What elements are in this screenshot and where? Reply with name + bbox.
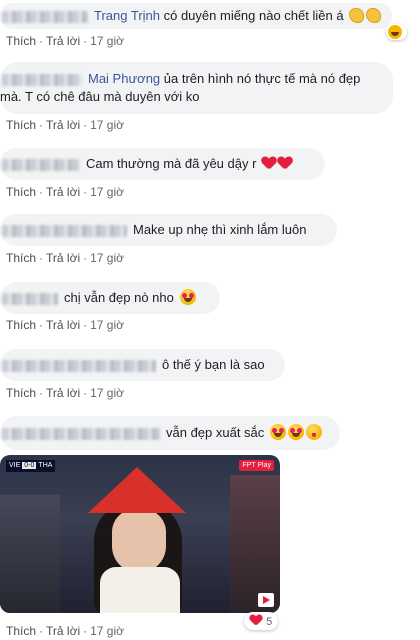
reply-link[interactable]: Trả lời [46, 624, 80, 638]
separator: · [83, 118, 88, 132]
timestamp[interactable]: 17 giờ [90, 118, 124, 132]
kiss-emoji [305, 424, 322, 440]
clapping-emoji [366, 8, 382, 23]
redacted-avatar-name [2, 427, 160, 440]
comment-actions: Thích · Trả lời · 17 giờ [6, 251, 124, 265]
heart-emoji [278, 157, 292, 170]
comment-text: Make up nhẹ thì xinh lắm luôn [133, 222, 307, 237]
commenter-name[interactable]: Trang Trịnh [94, 8, 160, 23]
reply-link[interactable]: Trả lời [46, 386, 80, 400]
comment-text: chị vẫn đẹp nò nho [64, 290, 174, 305]
heart-eyes-emoji [287, 424, 304, 440]
broadcast-logo: FPT Play [239, 460, 274, 471]
timestamp[interactable]: 17 giờ [90, 318, 124, 332]
like-link[interactable]: Thích [6, 185, 36, 199]
photo-conical-hat [88, 467, 186, 513]
score-value: 0-0 [22, 462, 37, 469]
comment-actions: Thích · Trả lời · 17 giờ [6, 185, 124, 199]
separator: · [83, 251, 88, 265]
comment-bubble: Mai Phương ủa trên hình nó thực tế mà nó… [0, 62, 393, 114]
timestamp[interactable]: 17 giờ [90, 386, 124, 400]
like-link[interactable]: Thích [6, 118, 36, 132]
heart-reaction-icon [250, 615, 262, 626]
like-link[interactable]: Thích [6, 251, 36, 265]
comment-bubble: ô thế ý bạn là sao [0, 349, 285, 381]
separator: · [39, 34, 44, 48]
separator: · [83, 318, 88, 332]
reply-link[interactable]: Trả lời [46, 118, 80, 132]
comment-text: vẫn đẹp xuất sắc [166, 425, 265, 440]
comment-actions: Thích · Trả lời · 17 giờ [6, 386, 124, 400]
heart-eyes-emoji [269, 424, 286, 440]
scoreboard: VIE 0-0 THA [6, 460, 56, 472]
photo-subject-body [100, 567, 180, 613]
team-left: VIE [9, 462, 21, 469]
redacted-avatar-name [2, 10, 88, 23]
comment-bubble: chị vẫn đẹp nò nho [0, 282, 220, 314]
redacted-avatar-name [2, 292, 58, 305]
reply-link[interactable]: Trả lời [46, 251, 80, 265]
reply-link[interactable]: Trả lời [46, 34, 80, 48]
separator: · [39, 251, 44, 265]
timestamp[interactable]: 17 giờ [90, 624, 124, 638]
separator: · [39, 118, 44, 132]
separator: · [39, 386, 44, 400]
separator: · [39, 185, 44, 199]
redacted-avatar-name [2, 224, 127, 237]
commenter-name[interactable]: Mai Phương [88, 71, 160, 86]
laughing-emoji [388, 25, 402, 39]
comment-bubble: Make up nhẹ thì xinh lắm luôn [0, 214, 337, 246]
heart-eyes-emoji [179, 289, 196, 305]
comment-bubble: Trang Trịnh có duyên miếng nào chết liền… [0, 3, 392, 29]
separator: · [83, 386, 88, 400]
comment-bubble: Cam thường mà đã yêu dậy r [0, 148, 325, 180]
reaction-count: 5 [266, 616, 273, 628]
like-link[interactable]: Thích [6, 624, 36, 638]
clapping-emoji [349, 8, 365, 23]
comment-actions: Thích · Trả lời · 17 giờ [6, 34, 124, 48]
redacted-avatar-name [2, 158, 80, 171]
like-link[interactable]: Thích [6, 34, 36, 48]
reply-link[interactable]: Trả lời [46, 318, 80, 332]
reaction-badge[interactable]: 5 [244, 612, 279, 630]
team-right: THA [38, 462, 53, 469]
photo-subject-face [112, 509, 166, 573]
reaction-badge[interactable] [386, 24, 407, 40]
separator: · [39, 318, 44, 332]
redacted-avatar-name [2, 73, 82, 86]
comment-actions: Thích · Trả lời · 17 giờ [6, 624, 124, 638]
separator: · [83, 185, 88, 199]
timestamp[interactable]: 17 giờ [90, 34, 124, 48]
comment-bubble: vẫn đẹp xuất sắc [0, 416, 340, 450]
timestamp[interactable]: 17 giờ [90, 251, 124, 265]
comment-text: ô thế ý bạn là sao [162, 357, 265, 372]
like-link[interactable]: Thích [6, 318, 36, 332]
comment-photo[interactable]: VIE 0-0 THA FPT Play [0, 455, 280, 613]
separator: · [83, 624, 88, 638]
comment-actions: Thích · Trả lời · 17 giờ [6, 118, 124, 132]
comment-text: có duyên miếng nào chết liền á [160, 8, 344, 23]
heart-emoji [262, 157, 276, 170]
redacted-avatar-name [2, 359, 156, 372]
timestamp[interactable]: 17 giờ [90, 185, 124, 199]
photo-background-person [0, 495, 60, 613]
play-icon[interactable] [258, 593, 274, 607]
separator: · [39, 624, 44, 638]
comment-text: Cam thường mà đã yêu dậy r [86, 156, 257, 171]
separator: · [83, 34, 88, 48]
reply-link[interactable]: Trả lời [46, 185, 80, 199]
comment-actions: Thích · Trả lời · 17 giờ [6, 318, 124, 332]
like-link[interactable]: Thích [6, 386, 36, 400]
